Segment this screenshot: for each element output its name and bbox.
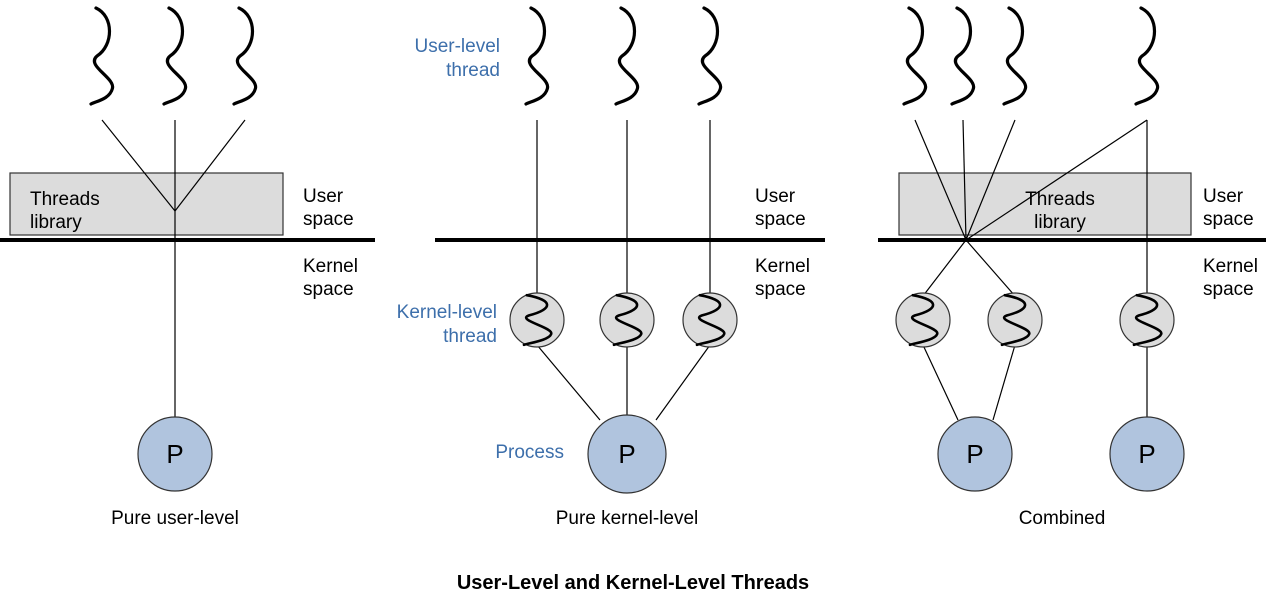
kernel-space-label-line2: space bbox=[1203, 279, 1254, 300]
kernel-thread-3 bbox=[682, 292, 738, 348]
library-to-kernel-thread-connector bbox=[965, 239, 1016, 297]
kernel-thread-3 bbox=[1119, 292, 1175, 348]
user-thread-squiggle-icon bbox=[1002, 6, 1028, 106]
process-label: P bbox=[966, 439, 983, 469]
kernel-thread-2 bbox=[987, 292, 1043, 348]
kernel-thread-circle bbox=[599, 292, 655, 348]
kernel-thread-circle bbox=[895, 292, 951, 348]
kernel-space-label: Kernel bbox=[755, 256, 810, 277]
threads-library-label-line2: library bbox=[1034, 212, 1086, 233]
threads-library-label-line1: Threads bbox=[1025, 189, 1095, 210]
user-space-label: User bbox=[755, 186, 796, 207]
user-thread-squiggle-icon bbox=[524, 6, 550, 106]
panel-pure-kernel-level: UserspaceKernelspacePPure kernel-level bbox=[435, 6, 825, 529]
user-thread-squiggle-icon bbox=[950, 6, 976, 106]
kernel-space-label: Kernel bbox=[1203, 256, 1258, 277]
kernel-space-label-line2: space bbox=[303, 279, 354, 300]
panel-caption: Combined bbox=[1019, 508, 1106, 529]
process-callout: Process bbox=[495, 442, 564, 463]
user-space-label: User bbox=[303, 186, 344, 207]
user-space-label: User bbox=[1203, 186, 1244, 207]
user-thread-1 bbox=[524, 6, 550, 301]
panel-caption: Pure kernel-level bbox=[556, 508, 699, 529]
user-thread-squiggle-icon bbox=[697, 6, 723, 106]
panel-pure-user-level: ThreadslibraryUserspaceKernelspacePPure … bbox=[0, 6, 375, 529]
panel-combined: ThreadslibraryUserspaceKernelspaceP PComb… bbox=[878, 6, 1266, 529]
kernel-thread-to-process-connector bbox=[992, 344, 1016, 421]
kernel-thread-to-process-connector bbox=[655, 344, 711, 421]
user-thread-squiggle-icon bbox=[232, 6, 258, 106]
process-node-1: P bbox=[587, 414, 667, 494]
user-level-thread-callout-line1: User-level bbox=[414, 36, 500, 57]
user-space-label-line2: space bbox=[755, 209, 806, 230]
user-thread-squiggle-icon bbox=[902, 6, 928, 106]
user-space-label-line2: space bbox=[303, 209, 354, 230]
process-label: P bbox=[618, 439, 635, 469]
user-level-thread-callout: User-level thread bbox=[414, 36, 500, 81]
user-thread-squiggle-icon bbox=[1134, 6, 1160, 106]
user-thread-2 bbox=[614, 6, 640, 301]
panel-caption: Pure user-level bbox=[111, 508, 239, 529]
threads-library-box: Threadslibrary bbox=[9, 172, 284, 236]
user-thread-squiggle-icon bbox=[614, 6, 640, 106]
kernel-space-label: Kernel bbox=[303, 256, 358, 277]
kernel-thread-2 bbox=[599, 292, 655, 348]
library-to-kernel-thread-connector bbox=[922, 239, 967, 297]
panels-layer: ThreadslibraryUserspaceKernelspacePPure … bbox=[0, 6, 1266, 529]
kernel-level-thread-callout-line1: Kernel-level bbox=[397, 302, 497, 323]
user-level-thread-callout-line2: thread bbox=[446, 60, 500, 81]
kernel-thread-circle bbox=[682, 292, 738, 348]
kernel-thread-to-process-connector bbox=[536, 344, 601, 421]
process-callout-line1: Process bbox=[495, 442, 564, 463]
threads-diagram: ThreadslibraryUserspaceKernelspacePPure … bbox=[0, 6, 1266, 594]
kernel-thread-to-process-connector bbox=[922, 344, 959, 421]
kernel-thread-1 bbox=[509, 292, 565, 348]
kernel-thread-circle bbox=[987, 292, 1043, 348]
kernel-space-label-line2: space bbox=[755, 279, 806, 300]
user-thread-3 bbox=[697, 6, 723, 301]
kernel-thread-circle bbox=[509, 292, 565, 348]
user-space-label-line2: space bbox=[1203, 209, 1254, 230]
kernel-level-thread-callout: Kernel-level thread bbox=[397, 302, 497, 347]
figure-root: Threads library User space Kernel space P Pure … bbox=[0, 0, 1266, 596]
user-thread-squiggle-icon bbox=[162, 6, 188, 106]
process-node-1: P bbox=[137, 416, 213, 492]
process-label: P bbox=[1138, 439, 1155, 469]
kernel-level-thread-callout-line2: thread bbox=[443, 326, 497, 347]
process-label: P bbox=[166, 439, 183, 469]
user-thread-squiggle-icon bbox=[89, 6, 115, 106]
figure-title: User-Level and Kernel-Level Threads bbox=[457, 572, 809, 594]
threads-library-label-line2: library bbox=[30, 212, 82, 233]
threads-library-label-line1: Threads bbox=[30, 189, 100, 210]
kernel-thread-1 bbox=[895, 292, 951, 348]
process-node-1: P bbox=[937, 416, 1013, 492]
process-node-2: P bbox=[1109, 416, 1185, 492]
kernel-thread-circle bbox=[1119, 292, 1175, 348]
